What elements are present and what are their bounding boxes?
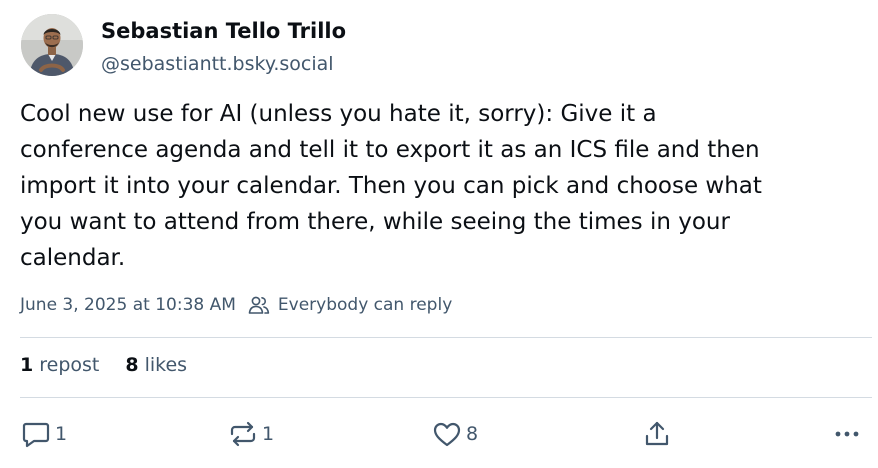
like-count-link[interactable]: 8 likes	[125, 354, 187, 376]
divider	[20, 337, 872, 338]
post-text: Cool new use for AI (unless you hate it,…	[20, 101, 762, 271]
like-label: likes	[144, 354, 188, 376]
repost-button[interactable]: 1	[228, 419, 274, 449]
repost-count-link[interactable]: 1 repost	[20, 354, 99, 376]
author-handle[interactable]: @sebastiantt.bsky.social	[101, 53, 334, 75]
more-options-button[interactable]	[832, 419, 862, 449]
like-action-count: 8	[466, 423, 479, 445]
post-meta: June 3, 2025 at 10:38 AM Everybody can r…	[20, 295, 452, 315]
repost-label: repost	[39, 354, 100, 376]
like-button[interactable]: 8	[432, 419, 478, 449]
share-button[interactable]	[642, 419, 672, 449]
reply-setting[interactable]: Everybody can reply	[248, 295, 452, 315]
repost-icon	[228, 420, 258, 448]
repost-action-count: 1	[262, 423, 275, 445]
people-icon	[248, 295, 278, 315]
reply-button[interactable]: 1	[21, 419, 67, 449]
reply-icon	[21, 420, 51, 448]
more-icon	[832, 420, 862, 448]
repost-count: 1	[20, 354, 34, 376]
display-name[interactable]: Sebastian Tello Trillo	[101, 19, 346, 43]
post: Sebastian Tello Trillo @sebastiantt.bsky…	[0, 0, 878, 468]
heart-icon	[432, 420, 462, 448]
avatar[interactable]	[21, 14, 83, 76]
post-timestamp[interactable]: June 3, 2025 at 10:38 AM	[20, 295, 236, 315]
reply-count: 1	[55, 423, 68, 445]
divider	[20, 397, 872, 398]
engagement-stats: 1 repost 8 likes	[20, 354, 187, 376]
like-count: 8	[125, 354, 139, 376]
share-icon	[642, 420, 672, 448]
reply-setting-label: Everybody can reply	[277, 295, 453, 315]
